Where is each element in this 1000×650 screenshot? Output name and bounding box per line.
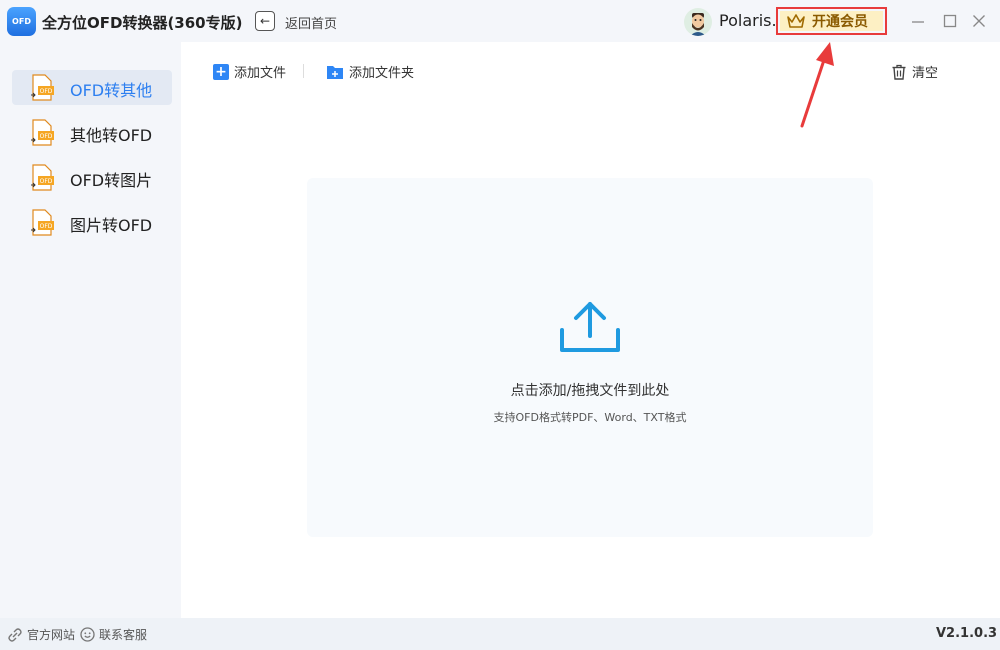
svg-text:OFD: OFD: [40, 178, 53, 185]
link-icon: [8, 627, 22, 642]
version-label: V2.1.0.3: [936, 626, 998, 641]
app-logo-icon: OFD: [7, 7, 36, 36]
sidebar-item-image-to-ofd[interactable]: OFD 图片转OFD: [12, 205, 172, 240]
title-bar: OFD 全方位OFD转换器(360专版) ← 返回首页 Polaris. 开通会…: [0, 0, 1000, 42]
minimize-icon: [912, 21, 924, 23]
vip-highlight-box: 开通会员: [776, 7, 887, 35]
ofd-file-icon: OFD: [31, 164, 54, 191]
sidebar-item-ofd-to-image[interactable]: OFD OFD转图片: [12, 160, 172, 195]
close-button[interactable]: [970, 12, 988, 30]
support-label: 联系客服: [99, 628, 148, 642]
main-panel: + 添加文件 添加文件夹 清空 点击添加/拖拽文件到此处 支持OFD格式转PDF…: [181, 42, 1000, 618]
clear-button[interactable]: 清空: [891, 62, 938, 81]
vip-button[interactable]: 开通会员: [780, 11, 883, 31]
trash-icon: [892, 64, 906, 80]
toolbar-divider: [303, 64, 304, 78]
arrow-left-icon: ←: [259, 14, 271, 28]
avatar-icon: [684, 8, 712, 36]
svg-text:OFD: OFD: [40, 88, 53, 95]
annotation-arrow-icon: [800, 42, 834, 128]
upload-icon: [560, 302, 620, 352]
dropzone-subtitle: 支持OFD格式转PDF、Word、TXT格式: [493, 411, 687, 424]
sidebar-item-other-to-ofd[interactable]: OFD 其他转OFD: [12, 115, 172, 150]
crown-icon: [787, 14, 805, 28]
ofd-file-icon: OFD: [31, 119, 54, 146]
sidebar: OFD OFD转其他 OFD 其他转OFD OFD OFD转图片 OFD 图片转…: [0, 42, 181, 618]
sidebar-item-label: OFD转图片: [70, 171, 153, 190]
sidebar-item-label: 图片转OFD: [70, 216, 153, 235]
customer-service-icon: [80, 627, 95, 642]
close-icon: [973, 15, 985, 27]
website-label: 官方网站: [27, 628, 76, 642]
back-home-button[interactable]: ←: [255, 11, 275, 31]
svg-text:OFD: OFD: [40, 223, 53, 230]
avatar[interactable]: [684, 8, 712, 36]
add-folder-button[interactable]: 添加文件夹: [326, 62, 414, 81]
add-file-label: 添加文件: [234, 66, 287, 81]
minimize-button[interactable]: [909, 12, 927, 30]
dropzone-title: 点击添加/拖拽文件到此处: [510, 383, 670, 399]
maximize-icon: [943, 14, 957, 28]
ofd-file-icon: OFD: [31, 74, 54, 101]
add-folder-label: 添加文件夹: [349, 66, 415, 81]
clear-label: 清空: [912, 66, 939, 81]
vip-label: 开通会员: [812, 14, 868, 30]
website-link[interactable]: 官方网站: [7, 626, 75, 643]
maximize-button[interactable]: [941, 12, 959, 30]
file-dropzone[interactable]: 点击添加/拖拽文件到此处 支持OFD格式转PDF、Word、TXT格式: [307, 178, 873, 537]
support-link[interactable]: 联系客服: [80, 626, 147, 643]
svg-text:OFD: OFD: [40, 133, 53, 140]
username[interactable]: Polaris.: [719, 11, 777, 30]
folder-plus-icon: [327, 65, 343, 79]
back-home-label[interactable]: 返回首页: [285, 13, 337, 32]
add-file-button[interactable]: + 添加文件: [213, 62, 286, 81]
sidebar-item-ofd-to-other[interactable]: OFD OFD转其他: [12, 70, 172, 105]
plus-icon: +: [213, 63, 229, 80]
sidebar-item-label: 其他转OFD: [70, 126, 153, 145]
app-title: 全方位OFD转换器(360专版): [42, 14, 243, 32]
sidebar-item-label: OFD转其他: [70, 81, 153, 100]
ofd-file-icon: OFD: [31, 209, 54, 236]
status-bar: 官方网站 联系客服 V2.1.0.3: [0, 618, 1000, 650]
